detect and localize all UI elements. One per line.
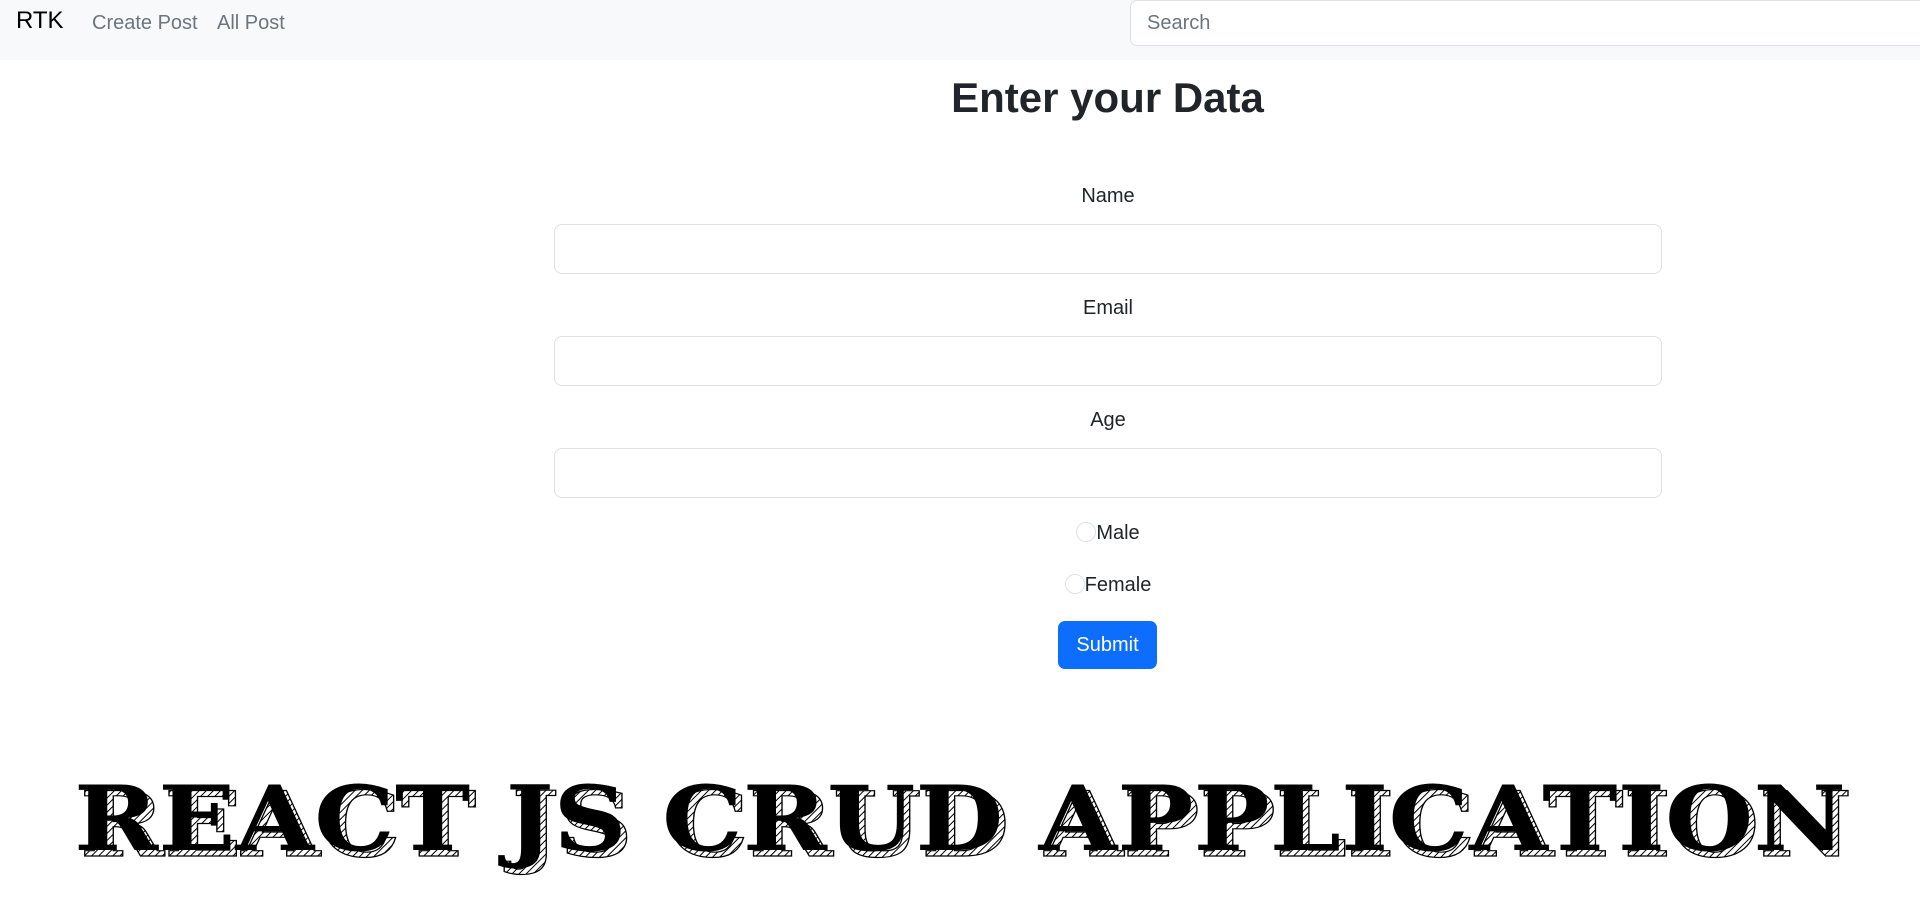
submit-button[interactable]: Submit [1058, 621, 1157, 669]
gender-option-male: Male [554, 520, 1662, 572]
nav-link-all-post[interactable]: All Post [217, 10, 285, 36]
banner-graphic: REACT JS CRUD APPLICATION REACT JS CRUD … [74, 770, 1853, 879]
search-input[interactable] [1130, 0, 1920, 46]
title-banner: REACT JS CRUD APPLICATION REACT JS CRUD … [0, 770, 1920, 880]
age-label: Age [1090, 409, 1126, 431]
email-label: Email [1082, 297, 1133, 319]
female-radio[interactable] [1064, 574, 1085, 594]
male-radio[interactable] [1076, 522, 1097, 542]
nav-link-create-post[interactable]: Create Post [92, 10, 198, 36]
data-entry-form: Name Email Age Male Female [554, 180, 1662, 624]
name-field[interactable] [554, 224, 1662, 274]
banner-text: REACT JS CRUD APPLICATION [74, 770, 1846, 872]
age-field[interactable] [554, 448, 1662, 498]
email-field[interactable] [554, 336, 1662, 386]
top-navbar: RTK Create Post All Post [0, 0, 1920, 60]
page-title: Enter your Data [951, 74, 1264, 121]
male-label: Male [1096, 522, 1140, 544]
brand-logo[interactable]: RTK [16, 6, 64, 36]
gender-option-female: Female [554, 572, 1662, 624]
female-label: Female [1084, 574, 1152, 596]
name-label: Name [1081, 185, 1135, 207]
